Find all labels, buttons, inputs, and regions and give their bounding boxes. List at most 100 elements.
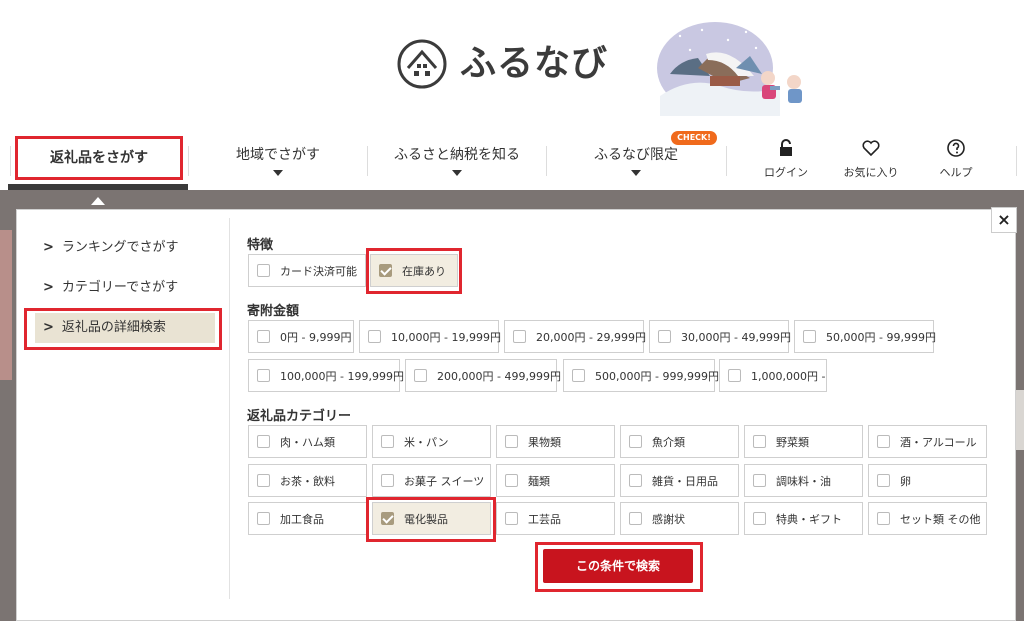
option-label: 米・パン	[404, 435, 449, 449]
category-option[interactable]: 肉・ハム類	[248, 425, 367, 458]
page: ふるなび 地域でさがす ふるさと納税を知る ふるなび限定 CHECK! ログイン…	[0, 0, 1024, 621]
option-label: 卵	[900, 474, 911, 488]
util-label: ログイン	[764, 166, 808, 179]
nav-item-search-gifts[interactable]: 返礼品をさがす	[15, 136, 183, 180]
amount-option[interactable]: 10,000円 - 19,999円	[359, 320, 501, 353]
nav-divider	[546, 146, 547, 176]
category-option[interactable]: 工芸品	[496, 502, 615, 535]
checkbox-icon	[505, 474, 518, 487]
highlight-box	[366, 497, 496, 542]
amount-option[interactable]: 20,000円 - 29,999円	[504, 320, 646, 353]
checkbox-icon	[877, 512, 890, 525]
option-label: カード決済可能	[280, 264, 357, 278]
category-option[interactable]: 魚介類	[620, 425, 739, 458]
option-label: 肉・ハム類	[280, 435, 335, 449]
checkbox-icon	[629, 435, 642, 448]
checkbox-icon	[629, 474, 642, 487]
category-option[interactable]: 加工食品	[248, 502, 367, 535]
side-item-ranking[interactable]: > ランキングでさがす	[35, 233, 215, 263]
checkbox-icon	[414, 369, 427, 382]
checkbox-icon	[505, 435, 518, 448]
nav-item-region[interactable]: 地域でさがす	[190, 140, 366, 184]
option-label: お菓子 スイーツ	[404, 474, 485, 488]
option-label: 酒・アルコール	[900, 435, 977, 449]
background-image-edge	[0, 230, 12, 380]
caret-down-icon	[273, 170, 283, 176]
chevron-right-icon: >	[43, 280, 54, 295]
help-icon	[947, 139, 965, 157]
amount-option[interactable]: 200,000円 - 499,999円	[405, 359, 561, 392]
option-label: 雑貨・日用品	[652, 474, 718, 488]
nav-divider	[1016, 146, 1017, 176]
category-option[interactable]: 麺類	[496, 464, 615, 497]
checkbox-icon	[257, 369, 270, 382]
category-option[interactable]: 米・パン	[372, 425, 491, 458]
chevron-right-icon: >	[43, 240, 54, 255]
category-option[interactable]: お茶・飲料	[248, 464, 367, 497]
option-label: 100,000円 - 199,999円	[280, 369, 404, 383]
nav-divider	[10, 146, 11, 176]
option-label: 1,000,000円 -	[751, 369, 826, 383]
favorites-link[interactable]: お気に入り	[841, 138, 901, 180]
category-option[interactable]: 野菜類	[744, 425, 863, 458]
panel-divider	[229, 218, 230, 599]
winter-village-illustration	[657, 22, 802, 116]
lock-icon	[780, 139, 792, 156]
category-option[interactable]: 感謝状	[620, 502, 739, 535]
option-label: 工芸品	[528, 512, 561, 526]
nav-label: ふるさと納税を知る	[394, 147, 520, 163]
nav-label: 返礼品をさがす	[50, 150, 148, 166]
search-panel	[16, 209, 1016, 621]
option-label: 果物類	[528, 435, 561, 449]
checkbox-icon	[513, 330, 526, 343]
option-label: 50,000円 - 99,999円	[826, 330, 936, 344]
option-label: 30,000円 - 49,999円	[681, 330, 791, 344]
checkbox-icon	[629, 512, 642, 525]
amount-option[interactable]: 30,000円 - 49,999円	[649, 320, 791, 353]
help-link[interactable]: ヘルプ	[926, 138, 986, 180]
util-label: ヘルプ	[939, 166, 973, 179]
option-label: セット類 その他	[900, 512, 981, 526]
checkbox-icon	[753, 512, 766, 525]
util-label: お気に入り	[843, 166, 899, 179]
caret-down-icon	[631, 170, 641, 176]
option-label: 10,000円 - 19,999円	[391, 330, 501, 344]
category-option[interactable]: セット類 その他	[868, 502, 987, 535]
category-option[interactable]: お菓子 スイーツ	[372, 464, 491, 497]
amount-option[interactable]: 1,000,000円 -	[719, 359, 827, 392]
checkbox-icon	[877, 474, 890, 487]
amount-option[interactable]: 500,000円 - 999,999円	[563, 359, 719, 392]
category-option[interactable]: 雑貨・日用品	[620, 464, 739, 497]
checkbox-icon	[877, 435, 890, 448]
nav-divider	[188, 146, 189, 176]
nav-item-learn[interactable]: ふるさと納税を知る	[369, 140, 545, 184]
checkbox-icon	[257, 512, 270, 525]
amount-option[interactable]: 100,000円 - 199,999円	[248, 359, 404, 392]
category-option[interactable]: 特典・ギフト	[744, 502, 863, 535]
login-link[interactable]: ログイン	[756, 138, 816, 180]
panel-pointer	[91, 197, 105, 205]
option-label: 野菜類	[776, 435, 809, 449]
side-item-category[interactable]: > カテゴリーでさがす	[35, 273, 215, 303]
caret-down-icon	[452, 170, 462, 176]
checkbox-icon	[257, 330, 270, 343]
highlight-box	[535, 542, 703, 592]
amount-option[interactable]: 50,000円 - 99,999円	[794, 320, 936, 353]
checkbox-icon	[728, 369, 741, 382]
category-option[interactable]: 酒・アルコール	[868, 425, 987, 458]
house-logo-icon	[397, 39, 447, 89]
nav-item-exclusive[interactable]: ふるなび限定	[548, 140, 724, 184]
site-logo[interactable]: ふるなび	[396, 38, 608, 90]
option-label: 500,000円 - 999,999円	[595, 369, 719, 383]
checkbox-icon	[753, 474, 766, 487]
amount-option[interactable]: 0円 - 9,999円	[248, 320, 354, 353]
close-button[interactable]: ×	[991, 207, 1017, 233]
checkbox-icon	[803, 330, 816, 343]
option-label: 200,000円 - 499,999円	[437, 369, 561, 383]
option-label: 加工食品	[280, 512, 324, 526]
feature-option[interactable]: カード決済可能	[248, 254, 366, 287]
category-option[interactable]: 果物類	[496, 425, 615, 458]
category-option[interactable]: 調味料・油	[744, 464, 863, 497]
category-option[interactable]: 卵	[868, 464, 987, 497]
side-item-label: カテゴリーでさがす	[61, 280, 179, 295]
